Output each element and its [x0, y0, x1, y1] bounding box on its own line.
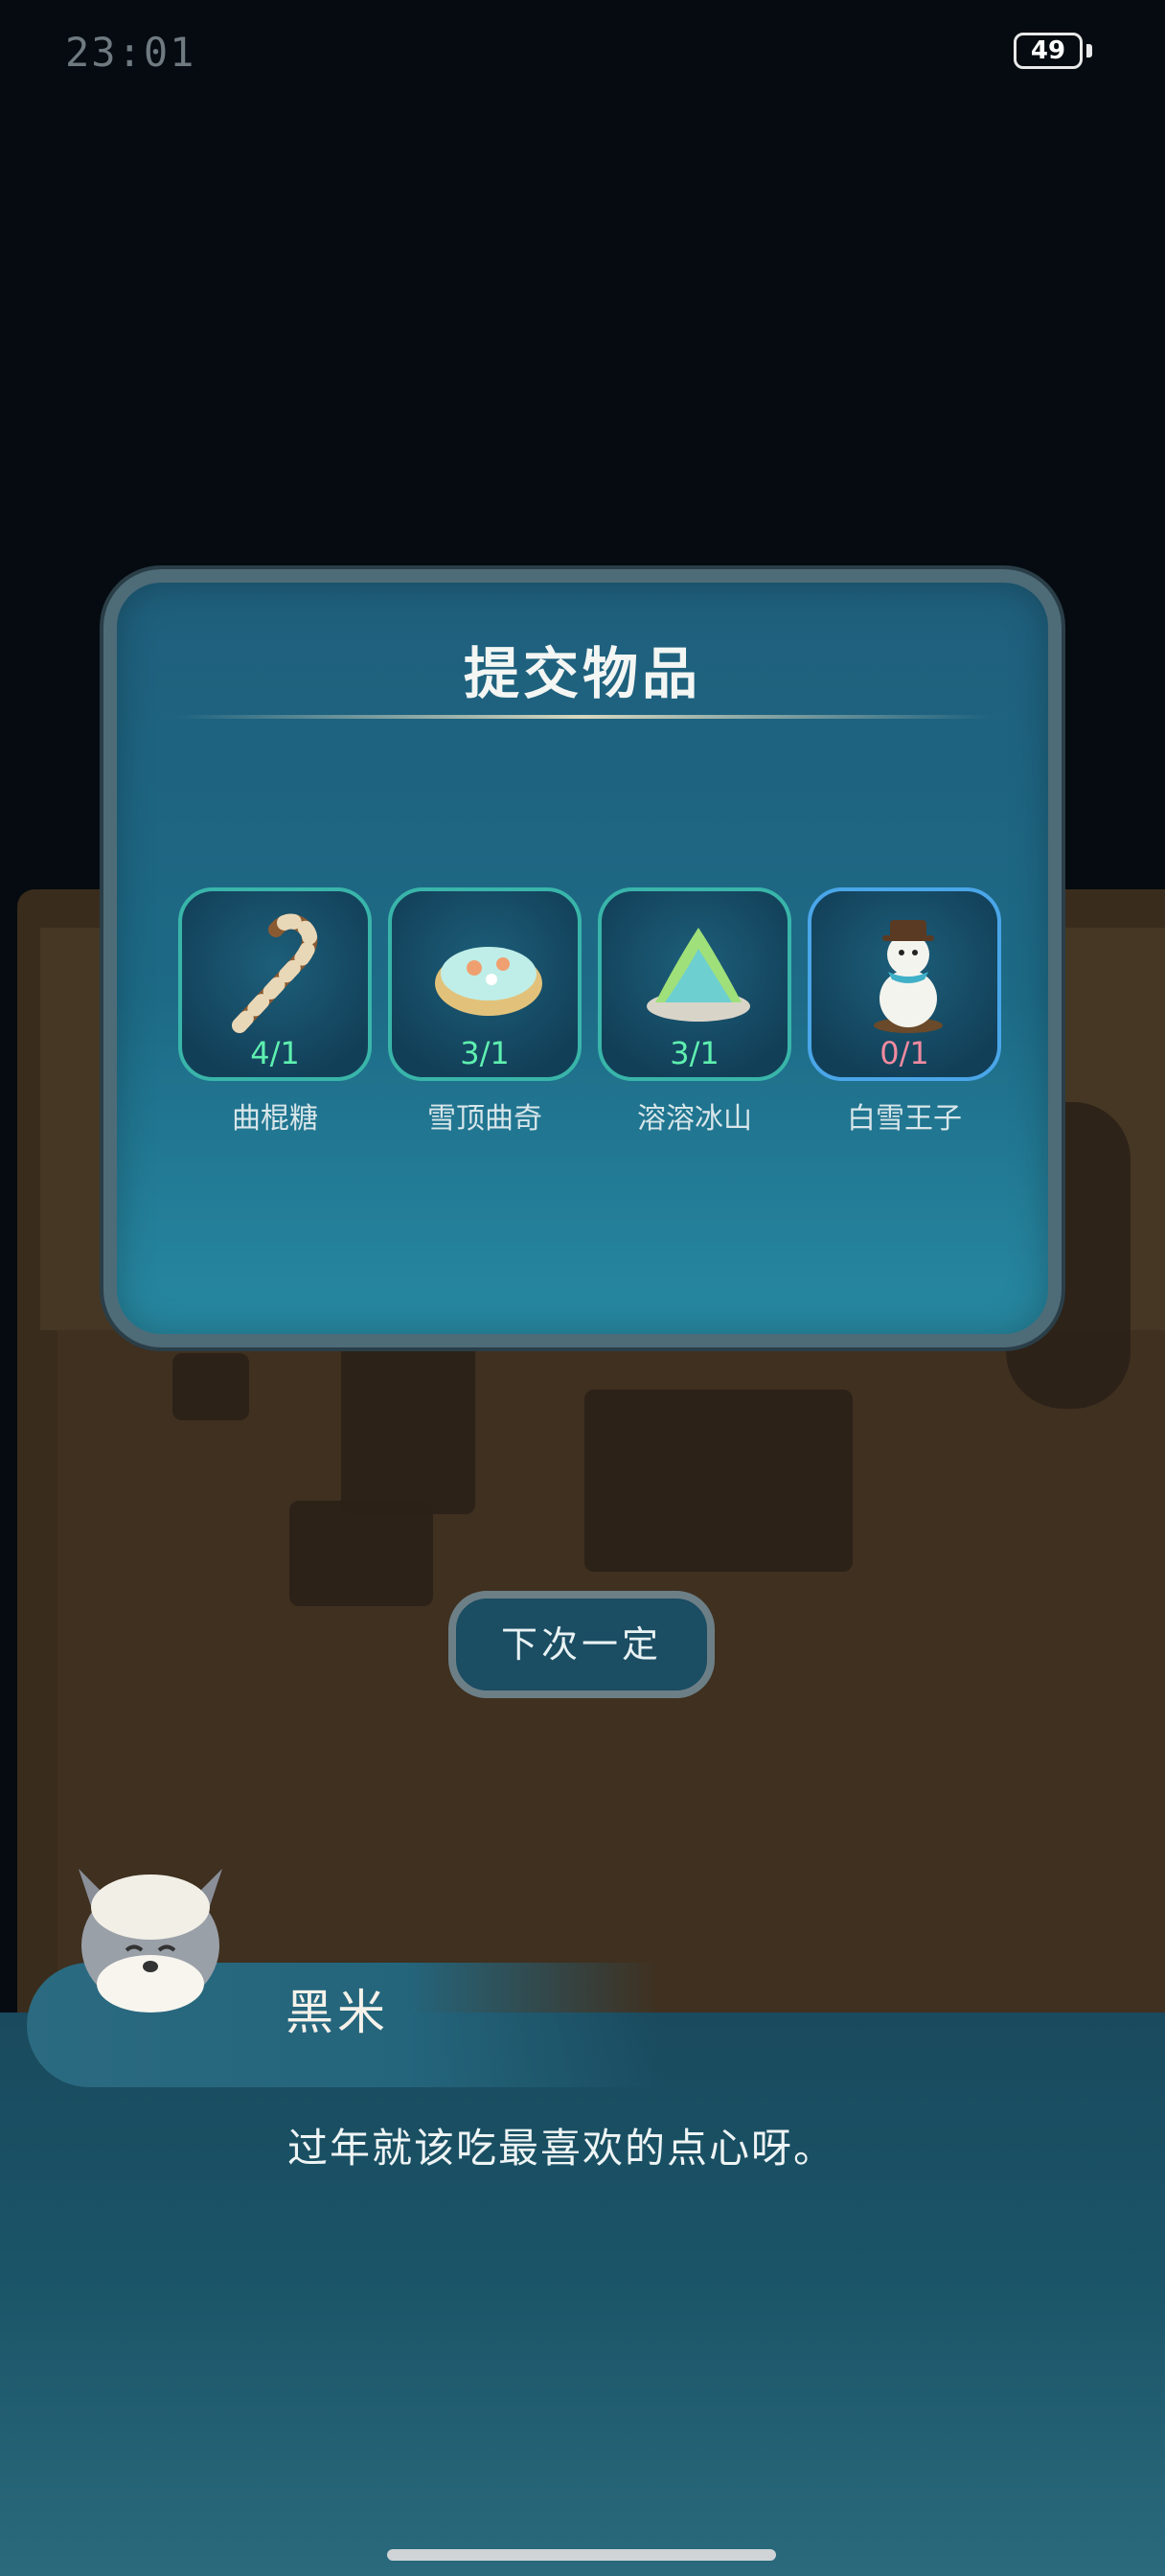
item-slot-candy-cane[interactable]: 4/1 曲棍糖 [178, 887, 372, 1137]
item-slot-snow-cookie[interactable]: 3/1 雪顶曲奇 [388, 887, 582, 1137]
item-name: 溶溶冰山 [637, 1102, 752, 1136]
suitcase [289, 1501, 433, 1606]
dialog-title: 提交物品 [463, 641, 701, 706]
crib [584, 1390, 853, 1572]
item-list: 4/1 曲棍糖 3/1 雪顶曲奇 3/1 溶溶冰山 0/1 白雪王子 [178, 887, 1002, 1137]
item-name: 白雪王子 [847, 1102, 962, 1136]
item-card[interactable]: 3/1 [598, 887, 791, 1081]
item-slot-ice-mountain[interactable]: 3/1 溶溶冰山 [598, 887, 791, 1137]
home-indicator[interactable] [387, 2549, 776, 2561]
item-count: 3/1 [460, 1035, 510, 1071]
schnauzer-avatar [79, 1869, 222, 2012]
item-card[interactable]: 4/1 [178, 887, 372, 1081]
battery-icon: 49 [1014, 33, 1083, 69]
battery-tip [1086, 44, 1092, 58]
item-card[interactable]: 0/1 [808, 887, 1001, 1081]
item-slot-snowman[interactable]: 0/1 白雪王子 [808, 887, 1001, 1137]
item-name: 曲棍糖 [232, 1102, 318, 1136]
item-count: 4/1 [250, 1035, 300, 1071]
ice-mountain-icon [647, 928, 750, 1022]
item-name: 雪顶曲奇 [427, 1102, 542, 1136]
item-card[interactable]: 3/1 [388, 887, 582, 1081]
candy-cane-icon [232, 913, 318, 1033]
snow-cookie-icon [435, 947, 542, 1016]
chair [172, 1353, 249, 1420]
submit-items-dialog: 提交物品 4/1 曲棍糖 3/1 雪顶曲奇 3/1 溶溶冰山 0/1 白雪王子 [103, 569, 1062, 1347]
speaker-name: 黑米 [286, 1985, 389, 2040]
title-divider [174, 715, 991, 719]
dialogue-box[interactable] [0, 2012, 1165, 2576]
item-count: 0/1 [879, 1035, 929, 1071]
dialogue-text: 过年就该吃最喜欢的点心呀。 [287, 2125, 836, 2172]
snowman-icon [874, 920, 943, 1033]
item-count: 3/1 [670, 1035, 720, 1071]
next-time-button[interactable]: 下次一定 [448, 1591, 715, 1698]
status-time: 23:01 [65, 29, 196, 76]
